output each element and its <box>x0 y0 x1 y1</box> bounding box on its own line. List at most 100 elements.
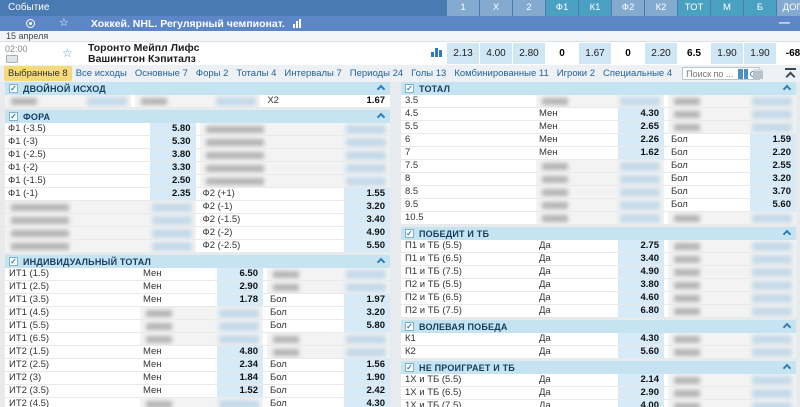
checkbox-checked-icon[interactable]: ✓ <box>405 229 414 238</box>
odd-value-button[interactable]: 2.75 <box>618 240 664 252</box>
odd-value-button[interactable]: 3.40 <box>344 214 390 226</box>
checkbox-checked-icon[interactable]: ✓ <box>9 84 18 93</box>
checkbox-checked-icon[interactable]: ✓ <box>405 363 414 372</box>
odd-value-button[interactable]: 2.55 <box>750 160 796 172</box>
tab-интервалы-7[interactable]: Интервалы 7 <box>280 66 345 81</box>
odd-value-button[interactable]: 3.30 <box>150 162 196 174</box>
tab-выбранные-8[interactable]: Выбранные 8 <box>4 66 72 81</box>
outcome[interactable]: Мен1.52 <box>140 385 263 397</box>
outcome[interactable]: Ф1 (-1)2.35 <box>5 188 196 200</box>
odd-value-button[interactable]: 2.90 <box>217 281 263 293</box>
odd-value-button[interactable]: 2.42 <box>344 385 390 397</box>
match-odds-cell[interactable]: 2.13 <box>447 43 479 64</box>
tab-тоталы-4[interactable]: Тоталы 4 <box>232 66 280 81</box>
tab-комбинированные-11[interactable]: Комбинированные 11 <box>450 66 552 81</box>
outcome[interactable]: Да4.60 <box>536 292 664 304</box>
odd-value-button[interactable]: 4.90 <box>618 266 664 278</box>
outcome[interactable]: Бол4.30 <box>267 398 390 407</box>
outcome[interactable]: Бол2.20 <box>668 147 796 159</box>
outcome[interactable]: Да3.40 <box>536 253 664 265</box>
league-favorite-star-icon[interactable]: ☆ <box>59 16 69 31</box>
outcome[interactable]: Бол1.97 <box>267 294 390 306</box>
odd-value-button[interactable]: 2.90 <box>618 387 664 399</box>
scroll-to-top-icon[interactable] <box>785 68 796 78</box>
odd-value-button[interactable]: 2.50 <box>150 175 196 187</box>
collapse-chevron-icon[interactable] <box>377 113 385 121</box>
tab-форы-2[interactable]: Форы 2 <box>192 66 233 81</box>
tab-все-исходы[interactable]: Все исходы <box>72 66 131 81</box>
odd-value-button[interactable]: 5.80 <box>150 123 196 135</box>
odd-value-button[interactable]: 1.52 <box>217 385 263 397</box>
outcome[interactable]: Ф1 (-2)3.30 <box>5 162 196 174</box>
outcome[interactable]: Да2.90 <box>536 387 664 399</box>
odd-value-button[interactable]: 2.34 <box>217 359 263 371</box>
outcome[interactable]: Да6.80 <box>536 305 664 317</box>
odd-value-button[interactable]: 2.65 <box>618 121 664 133</box>
match-teams[interactable]: Торонто Мейпл Лифс Вашингтон Кэпиталз <box>88 43 200 65</box>
outcome[interactable]: Бол2.55 <box>668 160 796 172</box>
one-column-layout-icon[interactable] <box>753 69 763 79</box>
collapse-chevron-icon[interactable] <box>377 85 385 93</box>
checkbox-checked-icon[interactable]: ✓ <box>405 84 414 93</box>
collapse-chevron-icon[interactable] <box>783 364 791 372</box>
odd-value-button[interactable]: 5.50 <box>344 240 390 252</box>
outcome[interactable]: Мен1.84 <box>140 372 263 384</box>
collapse-league-icon[interactable]: — <box>779 16 790 31</box>
outcome[interactable]: Ф2 (+1)1.55 <box>200 188 391 200</box>
outcome[interactable]: Ф1 (-1.5)2.50 <box>5 175 196 187</box>
collapse-chevron-icon[interactable] <box>783 85 791 93</box>
outcome[interactable]: Мен2.90 <box>140 281 263 293</box>
checkbox-checked-icon[interactable]: ✓ <box>405 322 414 331</box>
outcome[interactable]: Бол3.20 <box>668 173 796 185</box>
odd-value-button[interactable]: 4.30 <box>618 333 664 345</box>
odd-value-button[interactable]: 3.80 <box>150 149 196 161</box>
match-odds-cell[interactable]: 6.5 <box>678 43 710 64</box>
outcome[interactable]: Ф1 (-3)5.30 <box>5 136 196 148</box>
checkbox-checked-icon[interactable]: ✓ <box>9 112 18 121</box>
outcome[interactable]: Да2.14 <box>536 374 664 386</box>
odd-value-button[interactable]: 3.70 <box>750 186 796 198</box>
outcome[interactable]: Бол5.80 <box>267 320 390 332</box>
tab-периоды-24[interactable]: Периоды 24 <box>346 66 407 81</box>
odd-value-button[interactable]: 4.00 <box>618 400 664 407</box>
outcome[interactable]: Ф1 (-2.5)3.80 <box>5 149 196 161</box>
odd-value-button[interactable]: 5.60 <box>750 199 796 211</box>
tab-голы-13[interactable]: Голы 13 <box>407 66 450 81</box>
outcome[interactable]: Бол2.42 <box>267 385 390 397</box>
outcome[interactable]: Ф2 (-1.5)3.40 <box>200 214 391 226</box>
outcome[interactable]: Бол5.60 <box>668 199 796 211</box>
match-odds-cell[interactable]: 4.00 <box>480 43 512 64</box>
outcome[interactable]: Да4.00 <box>536 400 664 407</box>
odd-value-button[interactable]: 3.20 <box>344 201 390 213</box>
outcome[interactable]: Бол1.59 <box>668 134 796 146</box>
match-odds-cell[interactable]: 0 <box>546 43 578 64</box>
odd-value-button[interactable]: 1.59 <box>750 134 796 146</box>
odd-value-button[interactable]: 4.90 <box>344 227 390 239</box>
outcome[interactable]: Мен1.62 <box>536 147 664 159</box>
tab-основные-7[interactable]: Основные 7 <box>131 66 192 81</box>
odd-value-button[interactable]: 1.55 <box>344 188 390 200</box>
odd-value-button[interactable]: 4.30 <box>344 398 390 407</box>
outcome[interactable]: Ф2 (-2.5)5.50 <box>200 240 391 252</box>
outcome[interactable]: Бол1.90 <box>267 372 390 384</box>
odd-value-button[interactable]: 1.90 <box>344 372 390 384</box>
odd-value-button[interactable]: 2.26 <box>618 134 664 146</box>
league-bar[interactable]: ☆ Хоккей. NHL. Регулярный чемпионат. — <box>0 16 800 31</box>
match-favorite-star-icon[interactable]: ☆ <box>62 46 73 60</box>
match-odds-cell[interactable]: 1.67 <box>579 43 611 64</box>
outcome[interactable]: Да3.80 <box>536 279 664 291</box>
outcome[interactable]: X21.67 <box>264 95 390 107</box>
league-stats-icon[interactable] <box>293 19 301 28</box>
odd-value-button[interactable]: 2.20 <box>750 147 796 159</box>
tab-игроки-2[interactable]: Игроки 2 <box>553 66 599 81</box>
outcome[interactable]: Да4.90 <box>536 266 664 278</box>
outcome[interactable]: Мен4.30 <box>536 108 664 120</box>
team2-name[interactable]: Вашингтон Кэпиталз <box>88 54 200 65</box>
odd-value-button[interactable]: 4.60 <box>618 292 664 304</box>
outcome[interactable]: Бол3.20 <box>267 307 390 319</box>
checkbox-checked-icon[interactable]: ✓ <box>9 257 18 266</box>
search-box[interactable] <box>682 67 760 80</box>
outcome[interactable]: Мен2.34 <box>140 359 263 371</box>
collapse-chevron-icon[interactable] <box>783 323 791 331</box>
match-row[interactable]: 02:00 ☆ Торонто Мейпл Лифс Вашингтон Кэп… <box>0 42 800 65</box>
